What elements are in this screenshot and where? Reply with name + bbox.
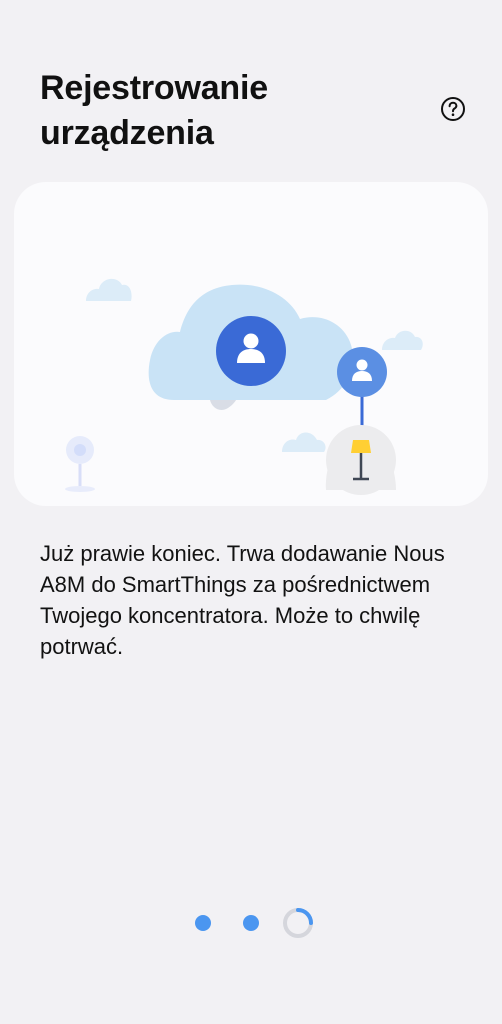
help-icon [441, 97, 465, 121]
user-icon [216, 316, 286, 386]
completed-step-dot [243, 915, 259, 931]
user-icon [337, 347, 387, 397]
completed-step-dot [195, 915, 211, 931]
illustration [65, 278, 423, 495]
lamp-icon [325, 425, 396, 495]
device-placeholder-icon [65, 436, 95, 492]
small-cloud-icon [86, 278, 132, 301]
loading-spinner-icon [283, 908, 313, 938]
small-cloud-icon [382, 330, 423, 350]
description-text: Już prawie koniec. Trwa dodawanie Nous A… [40, 541, 445, 659]
header: Rejestrowanie urządzenia [0, 0, 502, 170]
illustration-card [14, 182, 488, 506]
page-title: Rejestrowanie urządzenia [40, 69, 268, 152]
help-button[interactable] [440, 96, 466, 122]
progress-indicator [0, 900, 502, 948]
small-cloud-icon [282, 432, 326, 452]
